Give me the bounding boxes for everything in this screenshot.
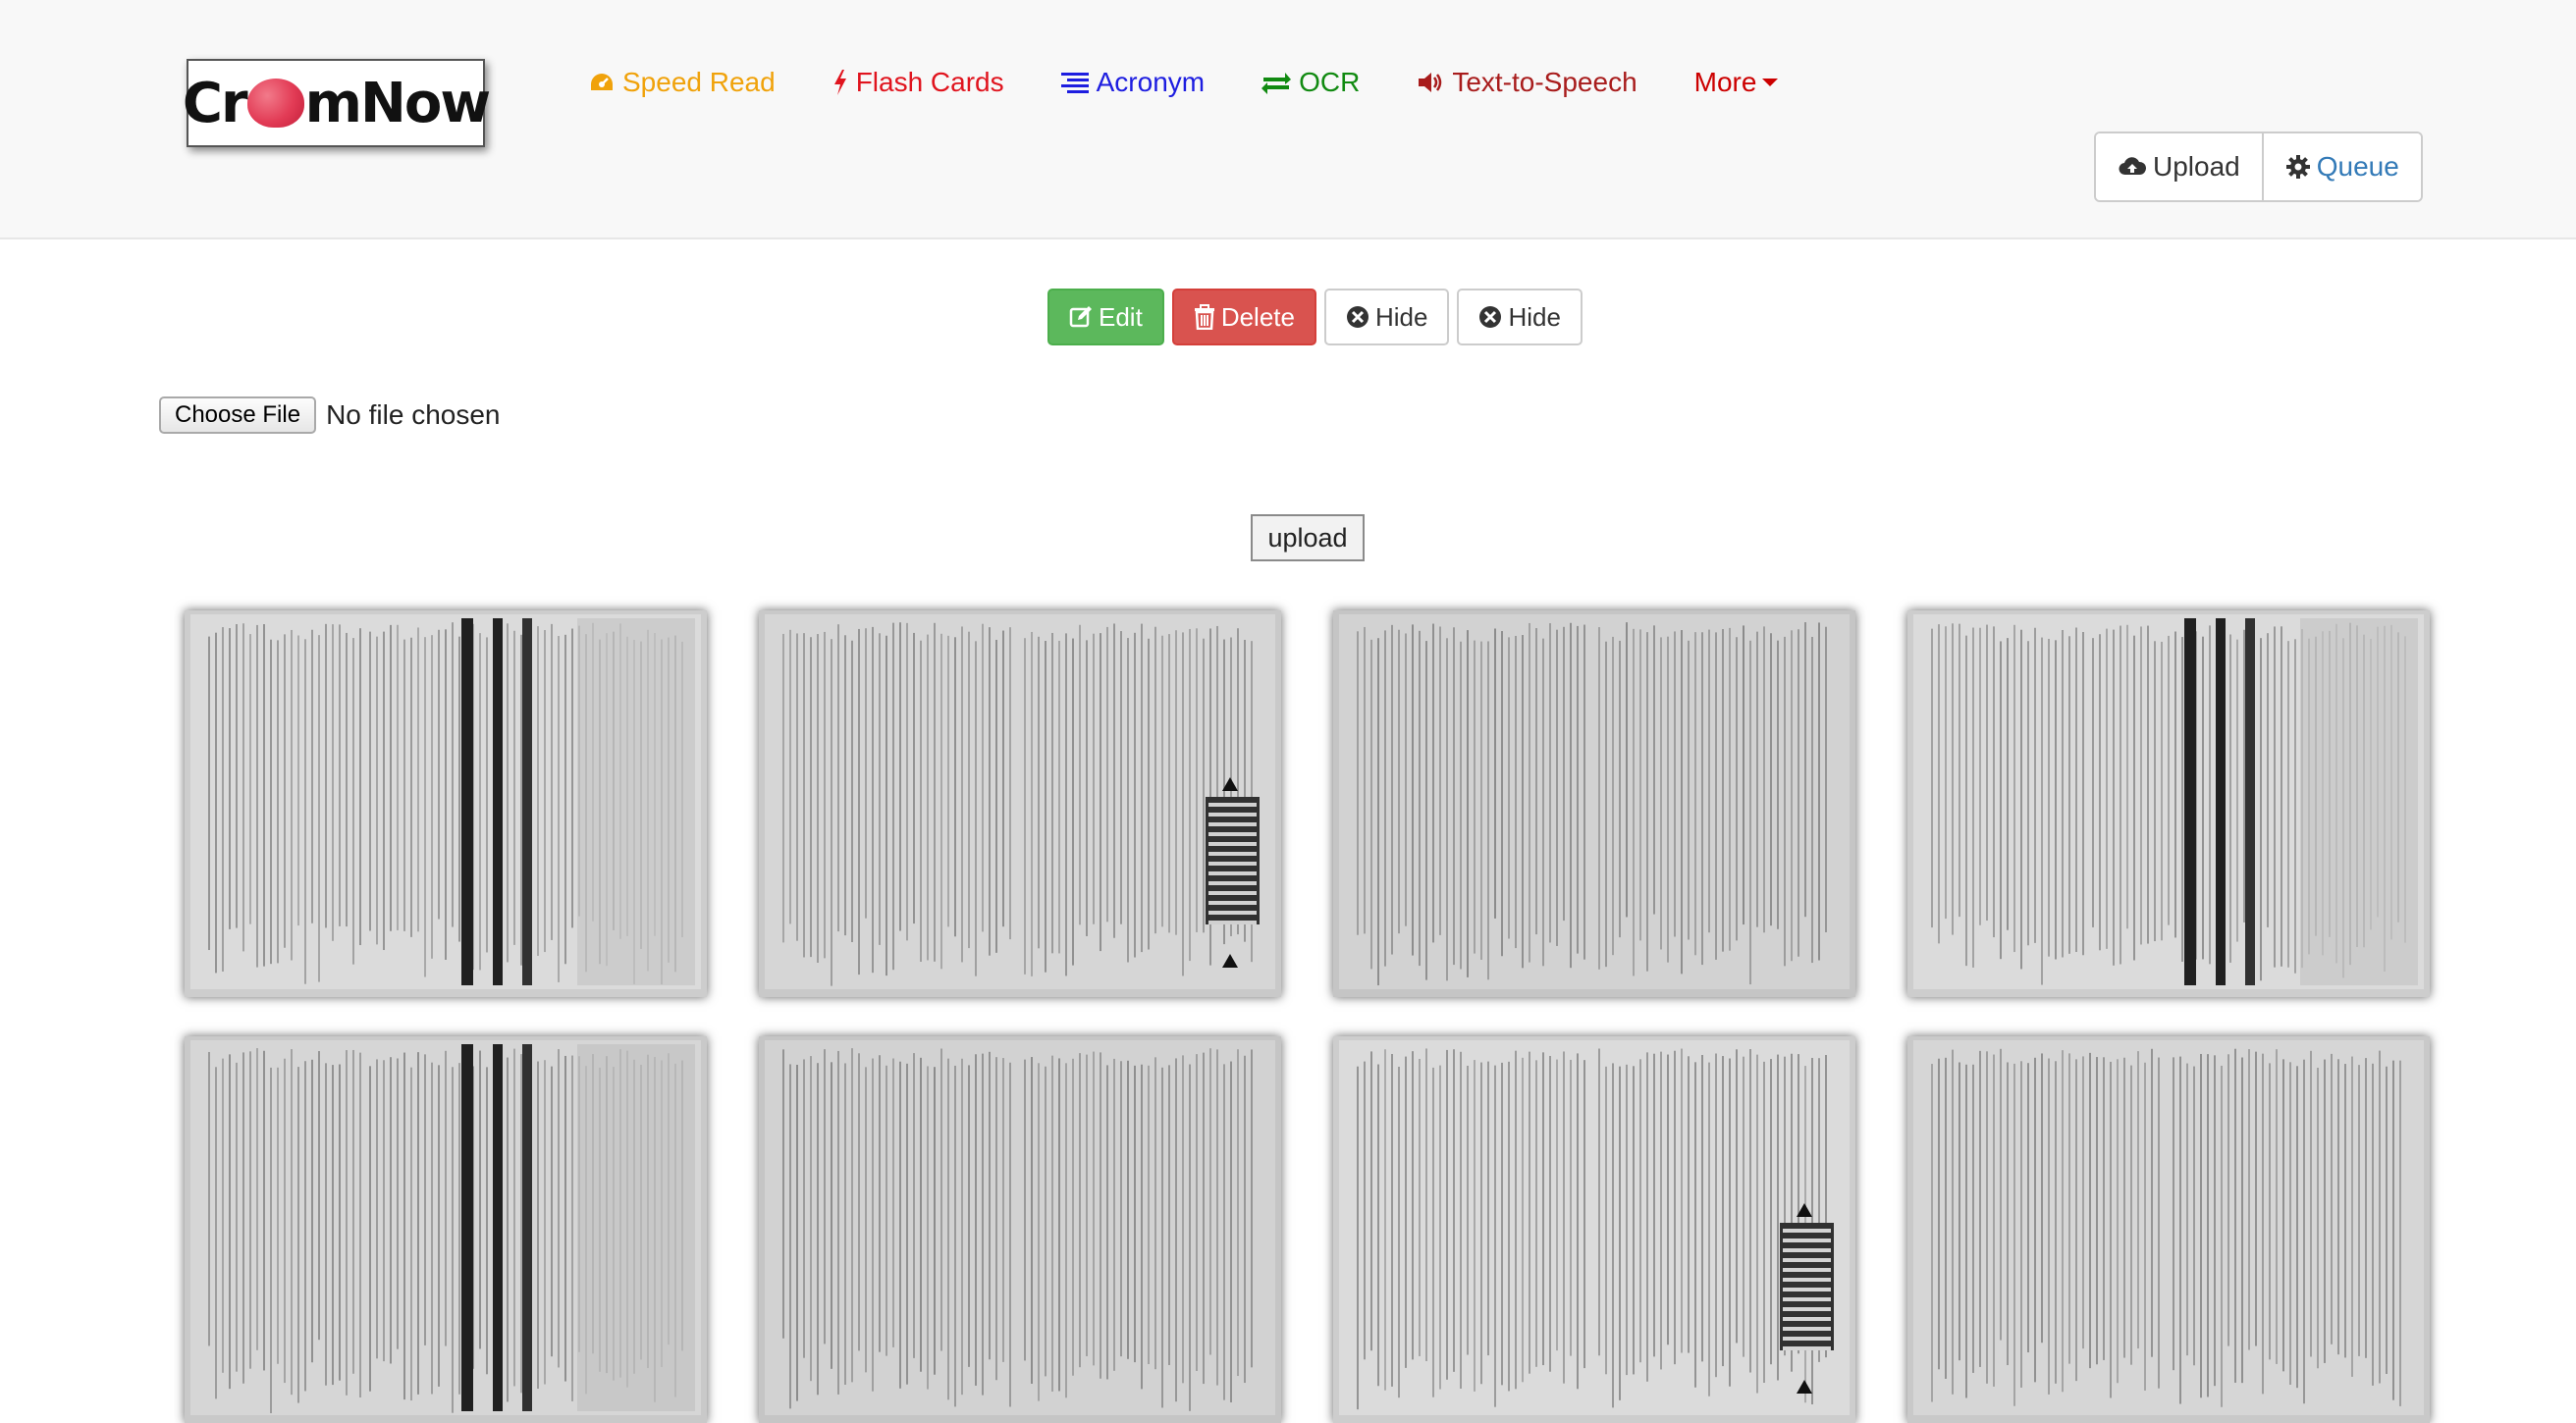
file-input-row: Choose File No file chosen (159, 396, 501, 434)
page-thumbnail[interactable] (759, 610, 1281, 997)
gear-icon (2285, 155, 2310, 179)
remove-circle-icon (1479, 306, 1502, 328)
scanned-page-image (185, 1036, 707, 1423)
nav-speed-read[interactable]: Speed Read (589, 67, 776, 98)
scanned-page-image (185, 610, 707, 997)
trash-icon (1194, 304, 1214, 330)
nav-more-dropdown[interactable]: More (1694, 67, 1779, 98)
page-thumbnail[interactable] (1333, 610, 1855, 997)
hide-button-1[interactable]: Hide (1323, 289, 1450, 345)
caret-down-icon (1762, 79, 1779, 86)
nav-text-to-speech[interactable]: Text-to-Speech (1417, 67, 1637, 98)
choose-file-button[interactable]: Choose File (159, 396, 317, 434)
page-thumbnail[interactable] (1333, 1036, 1855, 1423)
page-thumbnail[interactable] (185, 1036, 707, 1423)
scanned-page-image (1907, 610, 2430, 997)
page-thumbnail[interactable] (759, 1036, 1281, 1423)
scanned-page-image (759, 610, 1281, 997)
page-thumbnail[interactable] (1907, 610, 2430, 997)
cramnow-logo[interactable]: Cr mNow (183, 59, 491, 147)
nav-acronym[interactable]: Acronym (1060, 67, 1205, 98)
edit-icon (1069, 306, 1092, 328)
remove-circle-icon (1346, 306, 1368, 328)
queue-button[interactable]: Queue (2261, 133, 2421, 200)
scanned-page-image (1907, 1036, 2430, 1423)
upload-queue-group: Upload Queue (2094, 132, 2423, 202)
nav-links: Speed Read Flash Cards Acronym OCR Text-… (589, 61, 1835, 104)
nav-ocr[interactable]: OCR (1261, 67, 1360, 98)
file-status-text: No file chosen (326, 399, 501, 430)
navbar: Cr mNow Speed Read Flash Cards Acronym O… (0, 0, 2576, 239)
delete-button[interactable]: Delete (1171, 289, 1316, 345)
scanned-page-image (1333, 610, 1855, 997)
scanned-page-image (759, 1036, 1281, 1423)
volume-icon (1419, 73, 1442, 92)
upload-submit-button[interactable]: upload (1251, 514, 1365, 561)
page-thumbnail[interactable] (185, 610, 707, 997)
logo-wordmark: Cr mNow (182, 71, 491, 135)
hide-button-2[interactable]: Hide (1457, 289, 1583, 345)
page-thumbnail[interactable] (1907, 1036, 2430, 1423)
nav-flash-cards[interactable]: Flash Cards (832, 67, 1004, 98)
lightning-icon (833, 70, 846, 95)
upload-nav-button[interactable]: Upload (2096, 133, 2262, 200)
action-toolbar: Edit Delete Hide Hide (1047, 289, 1590, 345)
transfer-icon (1261, 73, 1292, 94)
scanned-page-image (1333, 1036, 1855, 1423)
align-icon (1060, 73, 1089, 93)
cloud-upload-icon (2119, 157, 2147, 176)
brain-icon (246, 79, 304, 128)
dashboard-icon (591, 74, 613, 90)
edit-button[interactable]: Edit (1047, 289, 1164, 345)
